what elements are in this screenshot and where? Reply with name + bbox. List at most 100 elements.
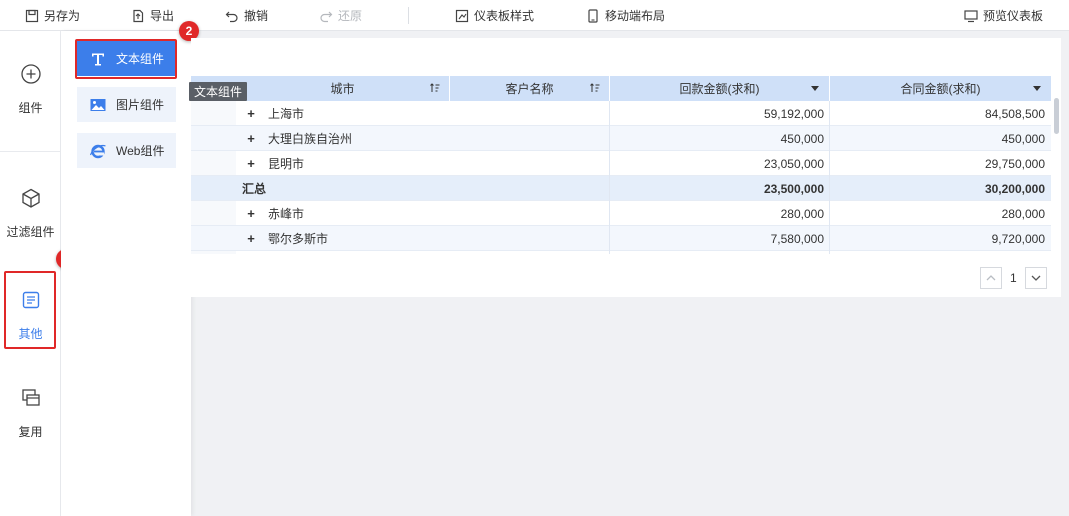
page-down-button[interactable] xyxy=(1024,267,1047,289)
image-icon xyxy=(90,98,106,111)
undo-label: 撤销 xyxy=(244,9,269,23)
redo-icon xyxy=(320,11,333,22)
expand-plus-icon[interactable]: + xyxy=(246,156,256,171)
page-number: 1 xyxy=(1010,271,1017,285)
total-label: 汇总 xyxy=(242,182,267,196)
toolbar-divider xyxy=(408,7,409,24)
preview-label: 预览仪表板 xyxy=(983,9,1044,23)
dashboard-style-button[interactable]: 仪表板样式 xyxy=(455,0,534,31)
web-component-item[interactable]: Web组件 xyxy=(77,133,176,168)
vertical-scrollbar[interactable] xyxy=(1054,98,1059,134)
dropdown-caret-icon[interactable] xyxy=(811,86,819,91)
table-row: + 昆明市 23,050,000 29,750,000 xyxy=(191,151,1051,176)
city-cell: + 昆明市 xyxy=(236,151,450,176)
save-icon xyxy=(25,9,39,22)
mobile-icon xyxy=(588,8,598,23)
payback-cell: 23,050,000 xyxy=(763,156,824,171)
payback-cell: 7,580,000 xyxy=(770,231,824,246)
payback-cell: 450,000 xyxy=(780,131,824,146)
rail-item-reuse[interactable]: 复用 xyxy=(0,387,61,440)
ie-browser-icon xyxy=(89,144,106,158)
city-value: 赤峰市 xyxy=(268,207,305,221)
image-component-label: 图片组件 xyxy=(116,98,165,112)
style-icon xyxy=(455,9,469,22)
dropdown-caret-icon[interactable] xyxy=(1033,86,1041,91)
header-customer-label: 客户名称 xyxy=(505,82,554,96)
rail-divider xyxy=(0,151,61,152)
contract-cell: 9,720,000 xyxy=(991,231,1045,246)
city-cell: + 上海市 xyxy=(236,101,450,126)
rail-item-components[interactable]: 组件 xyxy=(0,63,61,116)
city-value: 大理白族自治州 xyxy=(268,132,353,146)
city-cell: + 鄂尔多斯市 xyxy=(236,226,450,251)
undo-icon xyxy=(225,11,238,22)
city-cell: + 大理白族自治州 xyxy=(236,126,450,151)
chevron-up-icon xyxy=(986,275,996,281)
save-as-label: 另存为 xyxy=(44,9,81,23)
rail-item-filter[interactable]: 过滤组件 xyxy=(0,187,61,240)
redo-button[interactable]: 还原 xyxy=(319,0,362,31)
image-component-item[interactable]: 图片组件 xyxy=(77,87,176,122)
header-city[interactable]: 城市 xyxy=(236,76,450,101)
expand-plus-icon[interactable]: + xyxy=(246,206,256,221)
sort-icon[interactable] xyxy=(589,82,601,94)
header-city-label: 城市 xyxy=(330,82,355,96)
table-header: 城市 客户名称 回款金额(求和) 合同金额(求和) xyxy=(191,76,1051,101)
pagination: 1 xyxy=(980,267,1047,289)
highlight-text-component xyxy=(75,39,177,79)
header-contract[interactable]: 合同金额(求和) xyxy=(830,76,1051,101)
table-row: + 上海市 59,192,000 84,508,500 xyxy=(191,101,1051,126)
export-label: 导出 xyxy=(150,9,175,23)
sort-icon[interactable] xyxy=(429,82,441,94)
table-row: + 大理白族自治州 450,000 450,000 xyxy=(191,126,1051,151)
column-divider xyxy=(609,101,610,254)
rail-label-reuse: 复用 xyxy=(18,425,43,439)
table-row-total: 汇总 23,500,000 30,200,000 xyxy=(191,176,1051,201)
header-payback-label: 回款金额(求和) xyxy=(679,82,760,96)
payback-cell: 59,192,000 xyxy=(763,106,824,121)
stack-icon xyxy=(21,389,40,406)
rail-label-components: 组件 xyxy=(18,101,43,115)
header-contract-label: 合同金额(求和) xyxy=(900,82,981,96)
table-widget[interactable]: 城市 客户名称 回款金额(求和) 合同金额(求和) + 上海市 59,192,00… xyxy=(191,38,1061,297)
highlight-other xyxy=(4,271,56,349)
preview-dashboard-button[interactable]: 预览仪表板 xyxy=(964,0,1043,31)
dashboard-style-label: 仪表板样式 xyxy=(474,9,535,23)
mobile-layout-label: 移动端布局 xyxy=(605,9,666,23)
monitor-icon xyxy=(964,9,978,22)
web-component-label: Web组件 xyxy=(116,144,165,158)
column-divider xyxy=(829,101,830,254)
top-toolbar: 另存为 导出 撤销 还原 仪表板样式 移动端布局 预览仪表板 xyxy=(0,0,1069,31)
undo-button[interactable]: 撤销 xyxy=(225,0,268,31)
city-cell: + 赤峰市 xyxy=(236,201,450,226)
contract-cell: 29,750,000 xyxy=(984,156,1045,171)
city-value: 鄂尔多斯市 xyxy=(268,232,329,246)
payback-cell: 280,000 xyxy=(780,206,824,221)
rail-label-filter: 过滤组件 xyxy=(6,225,55,239)
contract-cell: 280,000 xyxy=(1001,206,1045,221)
header-payback[interactable]: 回款金额(求和) xyxy=(610,76,830,101)
cube-icon xyxy=(21,188,40,208)
component-panel: 文本组件 图片组件 Web组件 xyxy=(61,31,191,516)
payback-cell: 23,500,000 xyxy=(763,181,824,196)
expand-plus-icon[interactable]: + xyxy=(246,231,256,246)
table-row: + 鄂尔多斯市 7,580,000 9,720,000 xyxy=(191,226,1051,251)
export-icon xyxy=(133,9,144,22)
contract-cell: 30,200,000 xyxy=(984,181,1045,196)
save-as-button[interactable]: 另存为 xyxy=(25,0,80,31)
expand-plus-icon[interactable]: + xyxy=(246,106,256,121)
page-up-button[interactable] xyxy=(980,267,1002,289)
header-customer[interactable]: 客户名称 xyxy=(450,76,610,101)
table-row: + 赤峰市 280,000 280,000 xyxy=(191,201,1051,226)
city-value: 昆明市 xyxy=(268,157,305,171)
contract-cell: 450,000 xyxy=(1001,131,1045,146)
chevron-down-icon xyxy=(1031,275,1041,281)
export-button[interactable]: 导出 xyxy=(131,0,174,31)
mobile-layout-button[interactable]: 移动端布局 xyxy=(586,0,665,31)
redo-label: 还原 xyxy=(338,9,363,23)
city-value: 上海市 xyxy=(268,107,305,121)
plus-circle-icon xyxy=(20,64,41,84)
expand-plus-icon[interactable]: + xyxy=(246,131,256,146)
contract-cell: 84,508,500 xyxy=(984,106,1045,121)
tooltip: 文本组件 xyxy=(189,82,248,101)
